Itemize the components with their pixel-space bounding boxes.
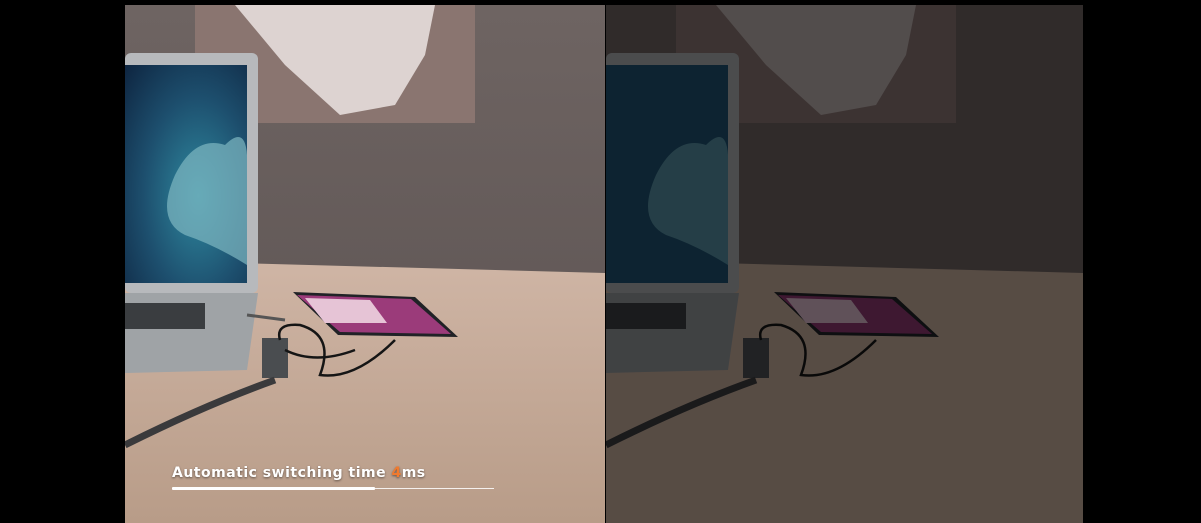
caption-overlay: Automatic switching time 4ms (125, 5, 605, 523)
scene-frame-dim (606, 5, 1083, 523)
progress-fill (172, 487, 375, 490)
caption-unit: ms (401, 465, 426, 481)
desk-scene-image-dim (606, 5, 1083, 523)
caption-prefix: Automatic switching time (172, 465, 392, 481)
caption-value: 4 (391, 465, 402, 481)
switching-time-caption: Automatic switching time 4ms (172, 465, 426, 481)
